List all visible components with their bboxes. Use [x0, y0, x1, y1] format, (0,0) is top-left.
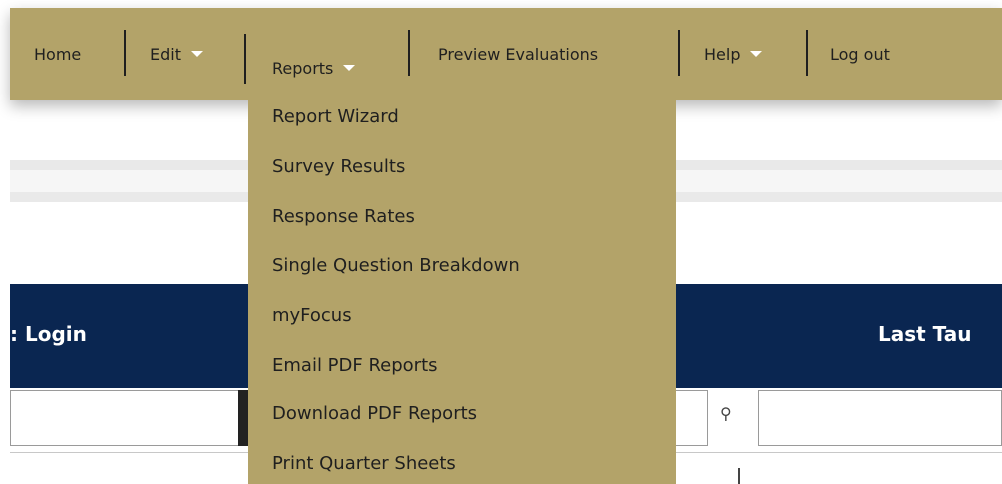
chevron-down-icon: [190, 51, 203, 57]
column-header-last[interactable]: Last Tau: [878, 322, 971, 346]
row-indicator: [738, 468, 740, 484]
reports-dropdown-menu: Report Wizard Survey Results Response Ra…: [248, 92, 676, 484]
nav-divider: [678, 30, 680, 76]
menu-item-report-wizard[interactable]: Report Wizard: [272, 106, 399, 127]
nav-preview-evaluations[interactable]: Preview Evaluations: [438, 8, 598, 100]
page: : Login Last Tau ⚲ Home Edit Reports Pre…: [0, 0, 1002, 484]
nav-divider: [806, 30, 808, 76]
menu-item-response-rates[interactable]: Response Rates: [272, 206, 415, 227]
column-header-login[interactable]: : Login: [10, 322, 87, 346]
menu-item-email-pdf-reports[interactable]: Email PDF Reports: [272, 355, 438, 376]
chevron-down-icon: [343, 65, 356, 71]
filter-input-last[interactable]: [758, 390, 1002, 446]
filter-icon[interactable]: ⚲: [720, 404, 732, 423]
nav-divider: [244, 34, 246, 84]
nav-home[interactable]: Home: [34, 8, 81, 100]
nav-logout[interactable]: Log out: [830, 8, 890, 100]
nav-divider: [124, 30, 126, 76]
nav-help[interactable]: Help: [704, 8, 763, 100]
chevron-down-icon: [750, 51, 763, 57]
top-navbar: Home Edit Reports Preview Evaluations He…: [10, 8, 1002, 100]
nav-edit-label: Edit: [150, 44, 181, 64]
nav-divider: [408, 30, 410, 76]
nav-edit[interactable]: Edit: [150, 8, 203, 100]
nav-reports[interactable]: Reports: [272, 8, 356, 100]
menu-item-myfocus[interactable]: myFocus: [272, 305, 352, 326]
menu-item-print-quarter-sheets[interactable]: Print Quarter Sheets: [272, 453, 456, 474]
menu-item-single-question-breakdown[interactable]: Single Question Breakdown: [272, 255, 520, 276]
menu-item-survey-results[interactable]: Survey Results: [272, 156, 405, 177]
nav-help-label: Help: [704, 44, 741, 64]
menu-item-download-pdf-reports[interactable]: Download PDF Reports: [272, 403, 477, 424]
nav-reports-label: Reports: [272, 58, 334, 78]
filter-input-login[interactable]: [10, 390, 248, 446]
